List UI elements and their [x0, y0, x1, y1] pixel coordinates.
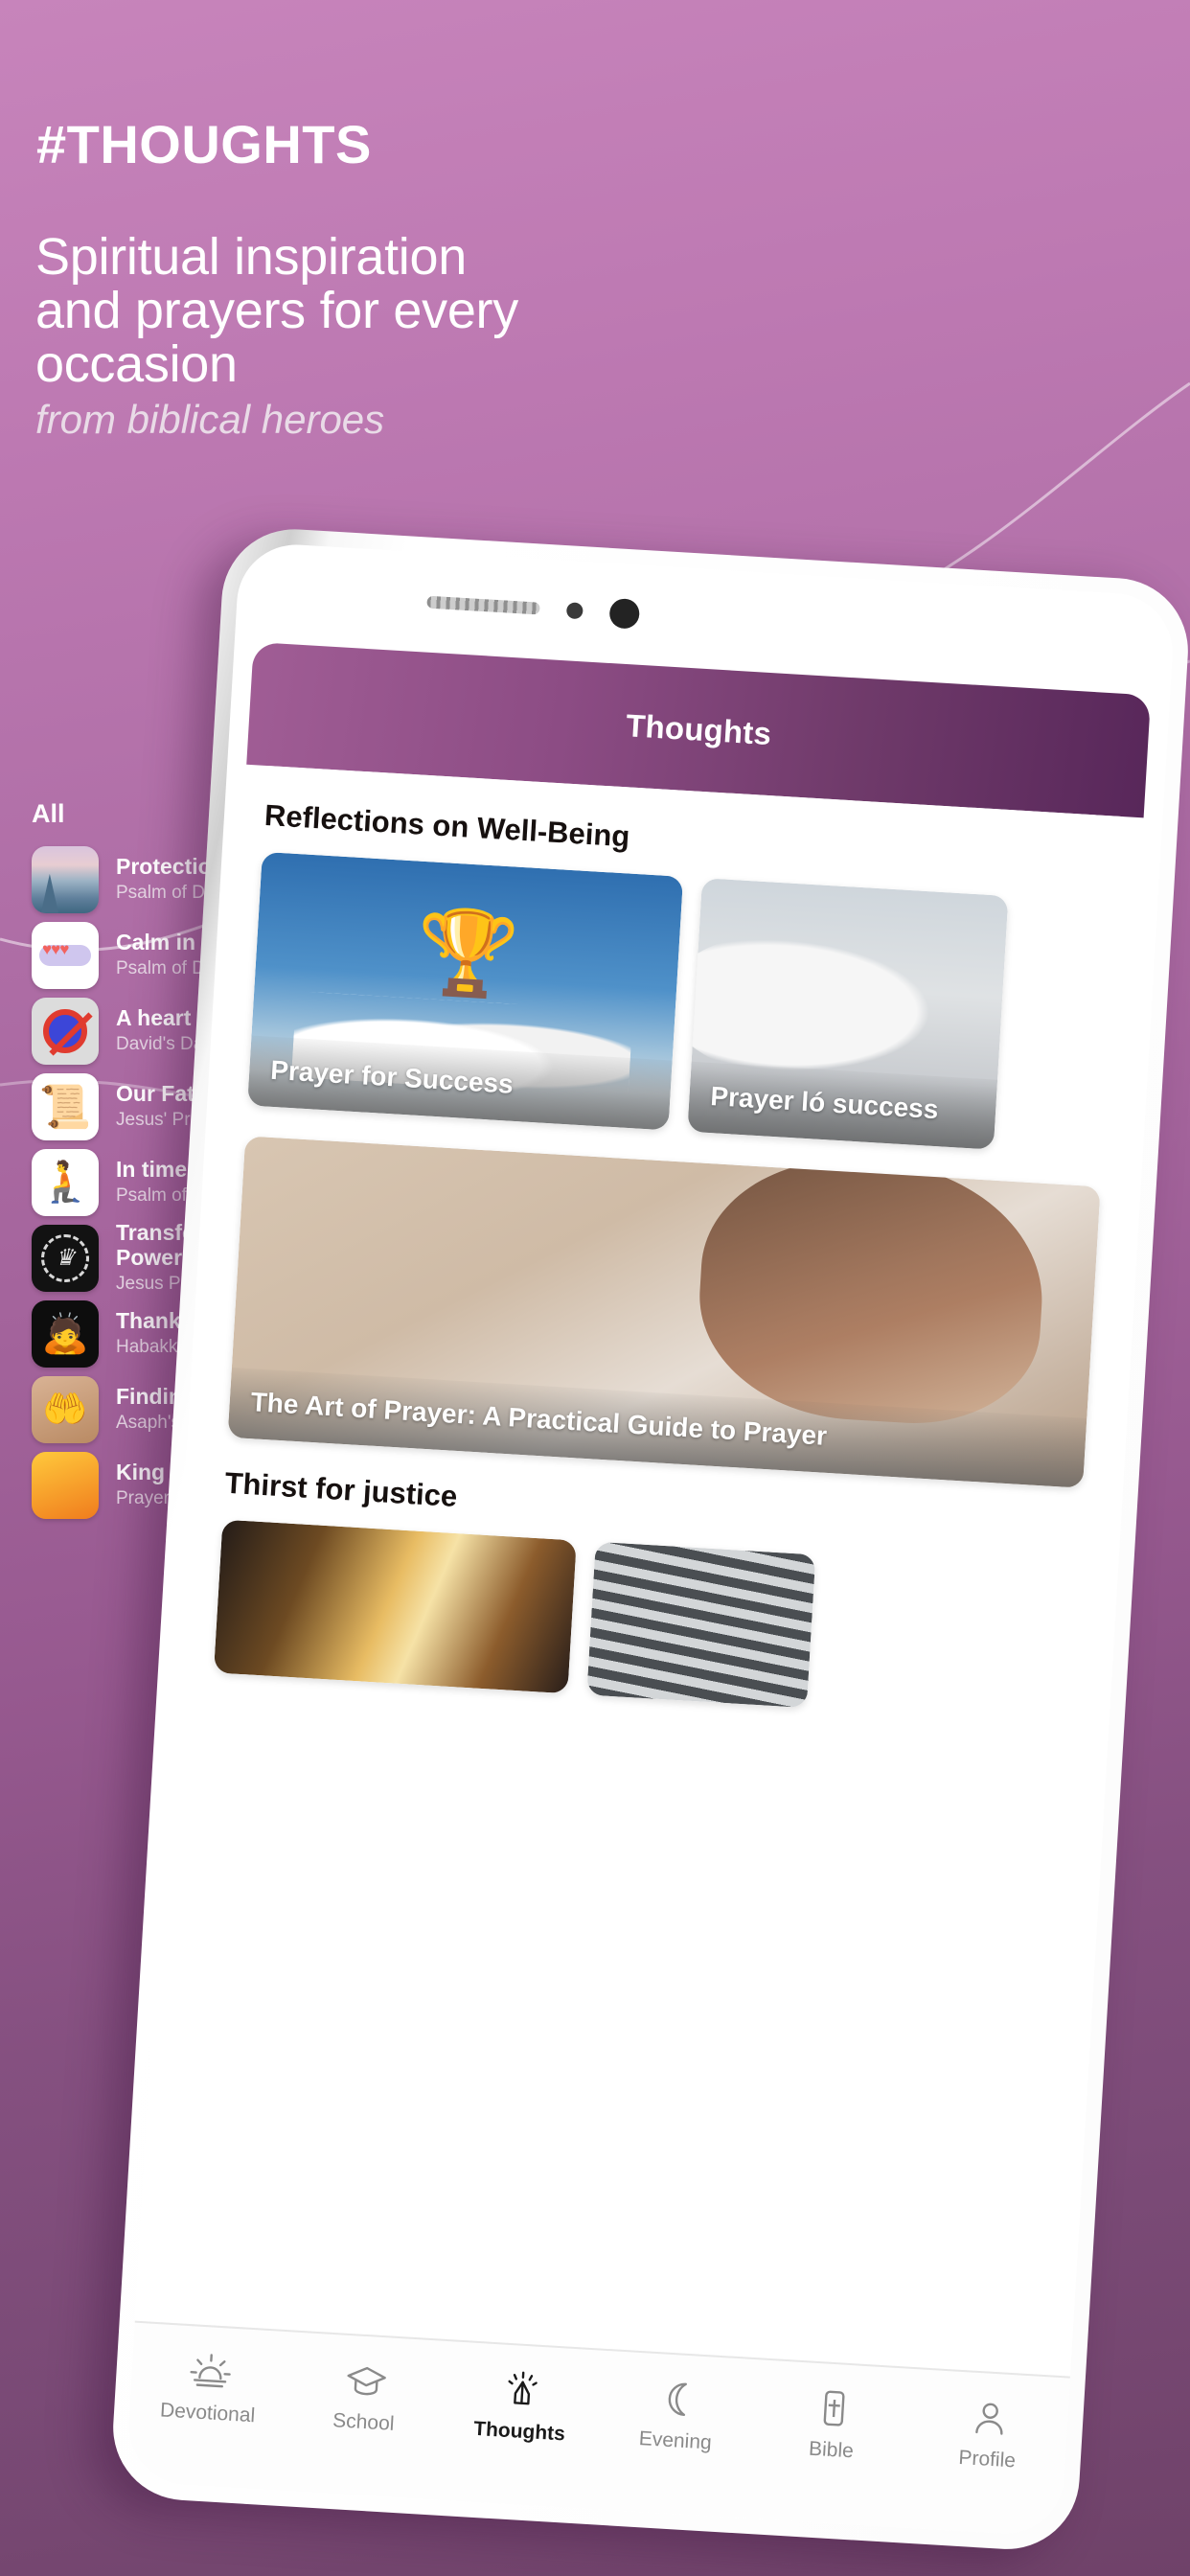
- tab-label: Evening: [638, 2427, 713, 2454]
- crown-of-thorns-icon: [32, 1224, 99, 1292]
- bars-art: [586, 1541, 816, 1709]
- hand-icon: 🤲: [32, 1375, 99, 1443]
- app-title: Thoughts: [625, 707, 773, 752]
- card-art-of-prayer[interactable]: The Art of Prayer: A Practical Guide to …: [227, 1136, 1101, 1488]
- sunrise-icon: [188, 2351, 232, 2392]
- trophy-icon: 🏆: [413, 905, 522, 1003]
- jesus-shepherd-icon: 🧎: [32, 1148, 99, 1216]
- phone-mockup: Thoughts Reflections on Well-Being 🏆 Pra…: [102, 525, 1190, 2576]
- praying-hands-icon: [500, 2369, 544, 2410]
- tab-label: School: [332, 2409, 396, 2435]
- tab-profile[interactable]: Profile: [908, 2394, 1068, 2476]
- scroll-icon: 📜: [32, 1072, 99, 1140]
- tab-label: Devotional: [159, 2399, 256, 2427]
- headline-line-3: occasion: [35, 335, 238, 394]
- hashtag-title: #THOUGHTS: [36, 114, 372, 174]
- tab-devotional[interactable]: Devotional: [129, 2348, 289, 2430]
- bible-cross-icon: [812, 2388, 856, 2429]
- phone-screen: Thoughts Reflections on Well-Being 🏆 Pra…: [125, 540, 1177, 2538]
- card-prayer-losing-success[interactable]: Prayer ló success: [687, 878, 1009, 1150]
- headline-line-2: and prayers for every: [35, 282, 518, 340]
- sensor-icon: [565, 601, 584, 619]
- subtitle: from biblical heroes: [35, 397, 385, 442]
- card-justice-2[interactable]: [586, 1541, 816, 1709]
- person-icon: [968, 2397, 1012, 2438]
- hearts-icon: [32, 921, 99, 989]
- gold-icon: [32, 1451, 99, 1519]
- phone-frame: Thoughts Reflections on Well-Being 🏆 Pra…: [108, 525, 1190, 2554]
- card-prayer-for-success[interactable]: 🏆 Prayer for Success: [247, 851, 684, 1131]
- card-row-justice: [213, 1519, 1078, 1724]
- app-content: Reflections on Well-Being 🏆 Prayer for S…: [144, 764, 1144, 2537]
- front-camera-icon: [608, 597, 641, 630]
- storm-art: [213, 1519, 577, 1694]
- tab-school[interactable]: School: [285, 2357, 445, 2439]
- kneeling-prayer-icon: 🙇: [32, 1300, 99, 1368]
- list-filter-all-label: All: [32, 799, 65, 828]
- tab-thoughts[interactable]: Thoughts: [441, 2366, 601, 2449]
- moon-icon: [655, 2379, 699, 2420]
- tab-evening[interactable]: Evening: [597, 2376, 757, 2458]
- tab-label: Profile: [957, 2446, 1017, 2472]
- tab-label: Bible: [808, 2437, 855, 2463]
- card-justice-1[interactable]: [213, 1519, 577, 1694]
- no-anger-icon: [32, 997, 99, 1065]
- graduation-cap-icon: [344, 2360, 388, 2402]
- tab-label: Thoughts: [472, 2417, 566, 2446]
- card-row-wellbeing: 🏆 Prayer for Success Prayer ló success: [247, 851, 1117, 1157]
- speaker-grille-icon: [426, 595, 540, 615]
- page-title: Spiritual inspiration and prayers for ev…: [35, 228, 629, 394]
- tab-bible[interactable]: Bible: [752, 2384, 912, 2467]
- mountain-sunrise-icon: [32, 845, 99, 913]
- headline-line-1: Spiritual inspiration: [35, 228, 467, 286]
